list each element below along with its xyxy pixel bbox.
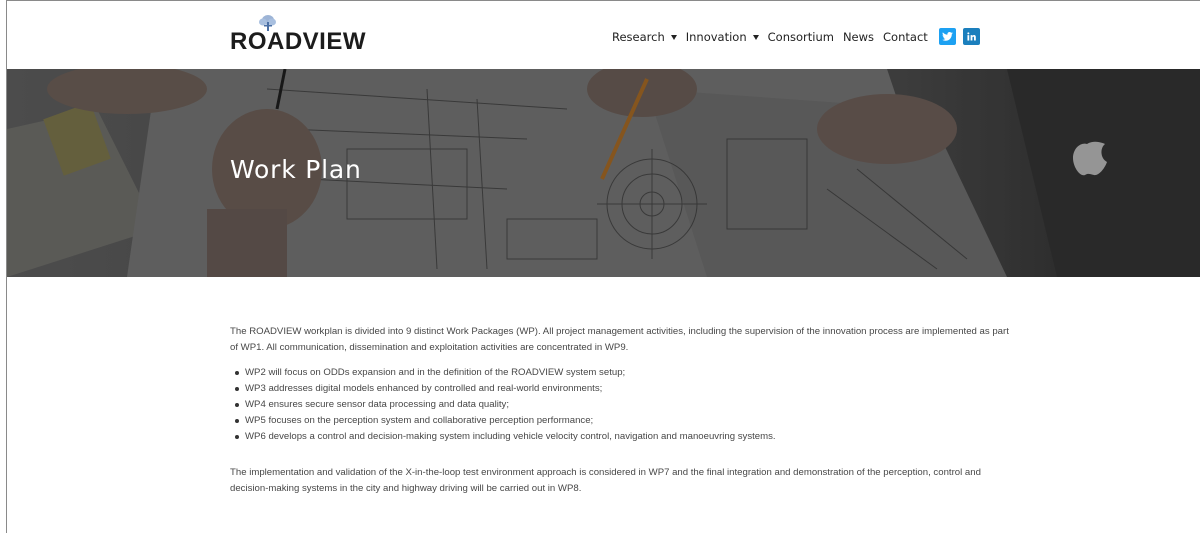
- main-content: The ROADVIEW workplan is divided into 9 …: [230, 324, 1010, 497]
- nav-research-label: Research: [612, 29, 665, 44]
- list-item: WP4 ensures secure sensor data processin…: [230, 397, 1010, 413]
- nav-research[interactable]: Research: [612, 30, 677, 44]
- caret-down-icon: [752, 34, 759, 40]
- list-item: WP6 develops a control and decision-maki…: [230, 429, 1010, 445]
- list-item: WP3 addresses digital models enhanced by…: [230, 381, 1010, 397]
- page-title: Work Plan: [230, 155, 362, 184]
- nav-news-label: News: [842, 29, 875, 44]
- intro-paragraph: The ROADVIEW workplan is divided into 9 …: [230, 326, 1009, 353]
- list-item: WP2 will focus on ODDs expansion and in …: [230, 365, 1010, 381]
- nav-news[interactable]: News: [843, 30, 874, 44]
- caret-down-icon: [670, 34, 677, 40]
- site-header: ROADVIEW Research Innovation Consortium: [7, 1, 1200, 69]
- hero-banner: Work Plan: [7, 69, 1200, 277]
- linkedin-icon[interactable]: [962, 28, 980, 45]
- logo-text: ROADVIEW: [230, 28, 366, 55]
- nav-innovation[interactable]: Innovation: [686, 30, 759, 44]
- main-nav: Research Innovation Consortium News Cont…: [612, 28, 985, 45]
- nav-consortium[interactable]: Consortium: [768, 30, 834, 44]
- outro-paragraph: The implementation and validation of the…: [230, 467, 981, 494]
- nav-contact-label: Contact: [883, 29, 928, 44]
- page: ROADVIEW Research Innovation Consortium: [6, 0, 1200, 533]
- blueprint-background-image: [7, 69, 1200, 277]
- nav-contact[interactable]: Contact: [883, 30, 928, 44]
- list-item: WP5 focuses on the perception system and…: [230, 413, 1010, 429]
- nav-innovation-label: Innovation: [685, 29, 747, 44]
- cloud-icon: [259, 15, 276, 31]
- nav-consortium-label: Consortium: [767, 29, 834, 44]
- work-package-list: WP2 will focus on ODDs expansion and in …: [230, 365, 1010, 445]
- twitter-icon[interactable]: [938, 28, 956, 45]
